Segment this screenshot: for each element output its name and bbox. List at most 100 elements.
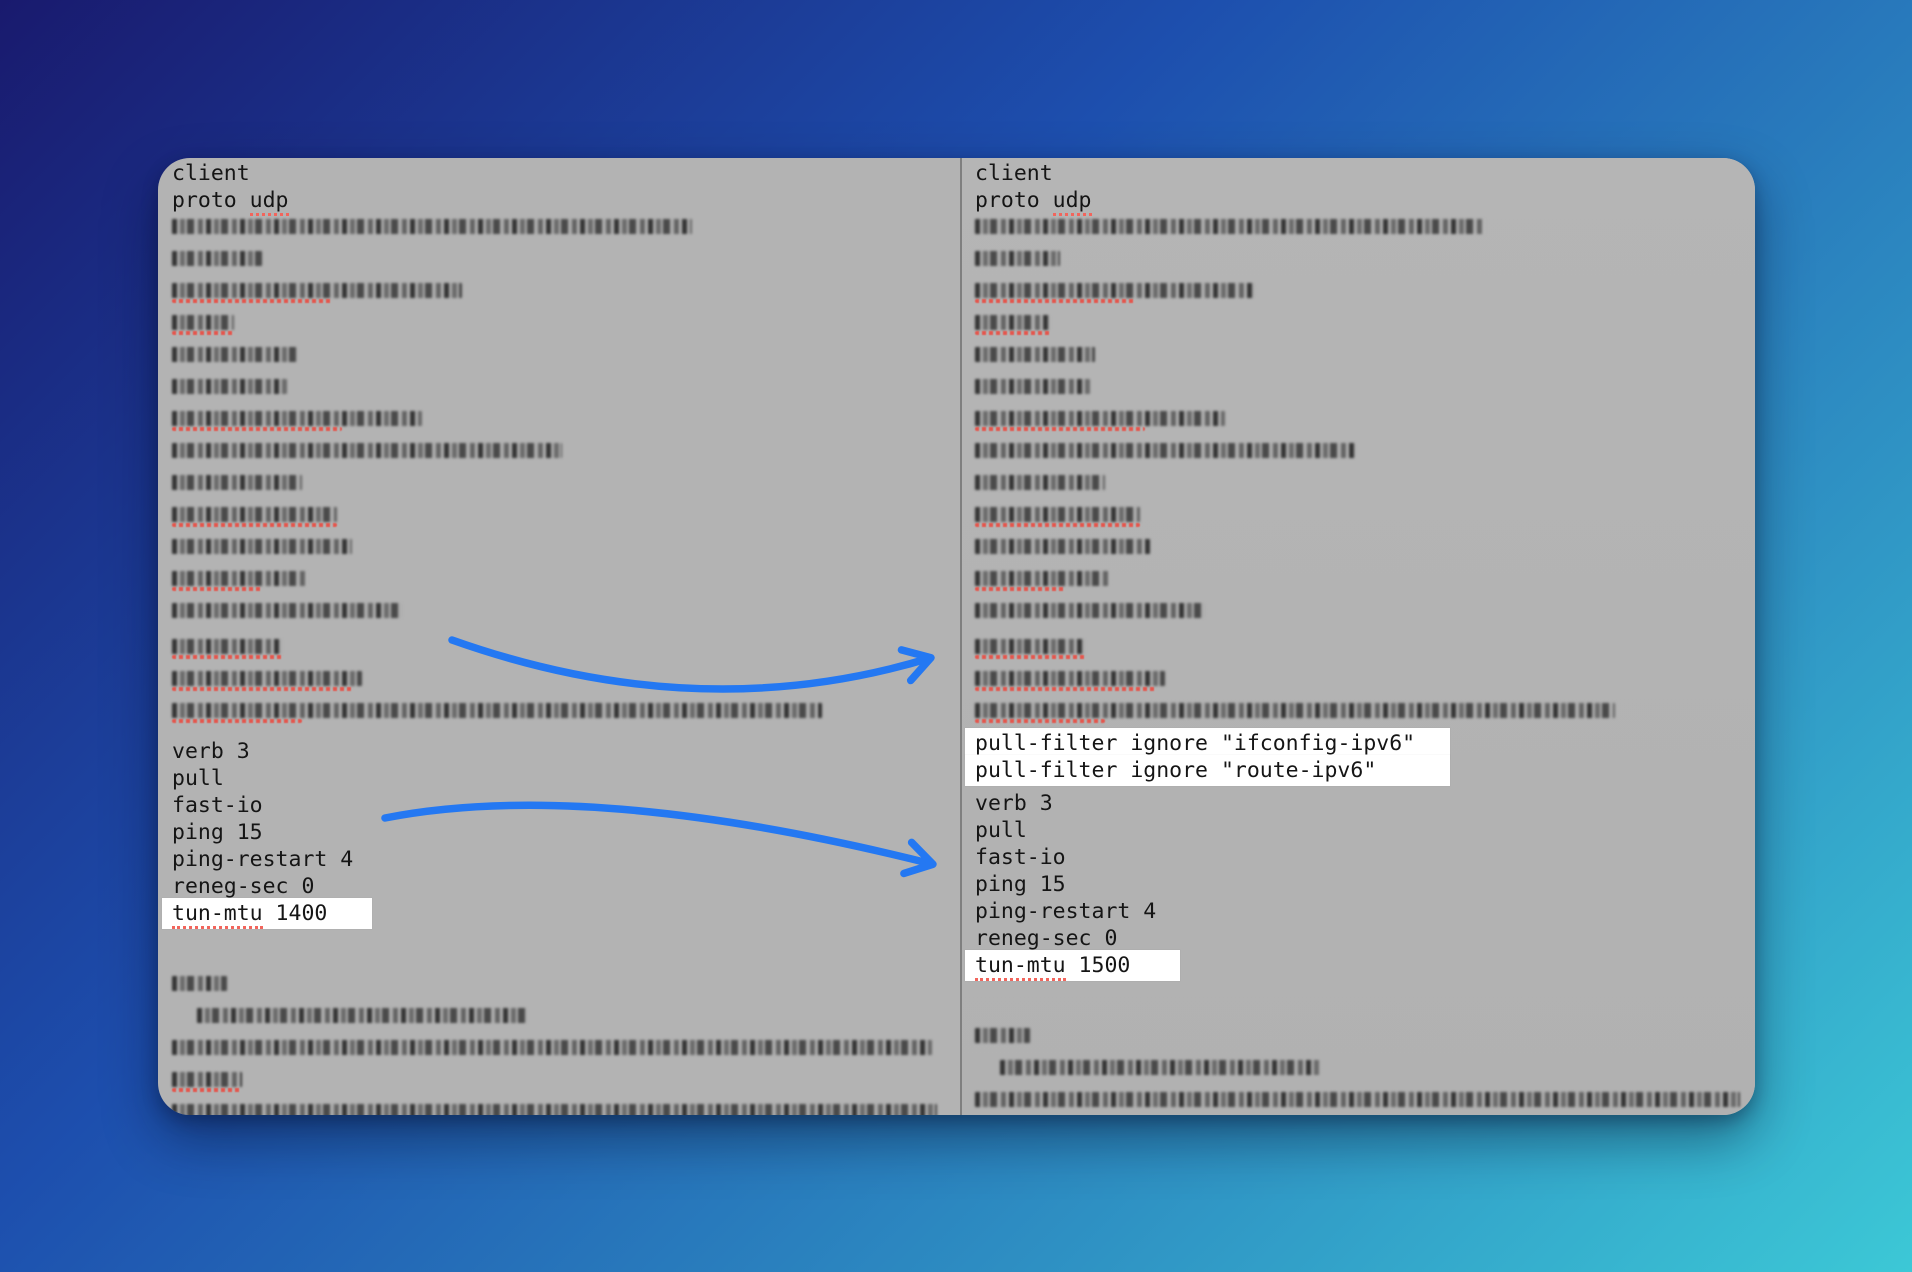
text-segment: reneg-sec 0 — [172, 874, 314, 899]
highlighted-config-line: pull-filter ignore "ifconfig-ipv6" — [975, 730, 1755, 757]
redacted-text-block — [975, 251, 1060, 266]
redacted-text-block — [975, 283, 1255, 298]
text-segment: " — [1402, 731, 1415, 756]
redacted-config-line — [172, 443, 960, 470]
redacted-config-line — [975, 1092, 1755, 1115]
left-config-panel: clientproto udp verb 3pullfast-ioping 15p… — [158, 158, 960, 1115]
spellcheck-underline — [172, 299, 332, 303]
redacted-text-block — [172, 1104, 937, 1115]
redacted-text-block — [197, 1008, 527, 1023]
redacted-text-block — [975, 219, 1485, 234]
config-text: verb 3 — [172, 739, 250, 764]
redacted-text-block — [172, 443, 562, 458]
text-segment: pull-filter ignore " — [975, 731, 1234, 756]
redacted-config-line — [975, 671, 1755, 698]
blank-line — [172, 630, 173, 634]
redacted-config-line — [172, 539, 960, 566]
config-line: reneg-sec 0 — [975, 925, 1755, 952]
spellcheck-underline — [975, 523, 1140, 527]
redacted-text-block — [172, 411, 422, 426]
spellcheck-underline — [975, 719, 1105, 723]
misspelled-word: tun-mtu — [975, 953, 1066, 981]
spellcheck-underline — [172, 1088, 242, 1092]
spellcheck-underline — [172, 719, 302, 723]
redacted-config-line — [172, 315, 960, 342]
redacted-text-block — [975, 639, 1085, 654]
redacted-text-block — [172, 1072, 242, 1087]
redacted-config-line — [975, 507, 1755, 534]
config-line: pull — [172, 765, 960, 792]
config-text: ping 15 — [975, 872, 1066, 897]
spellcheck-underline — [172, 587, 262, 591]
config-text: proto udp — [975, 188, 1092, 216]
redacted-config-line — [975, 347, 1755, 374]
screenshot-root: { "title": "OpenVPN client config compar… — [0, 0, 1912, 1272]
text-segment: verb 3 — [975, 791, 1053, 816]
config-text: ping-restart 4 — [172, 847, 353, 872]
spellcheck-underline — [975, 687, 1155, 691]
config-line: reneg-sec 0 — [172, 873, 960, 900]
redacted-text-block — [975, 571, 1110, 586]
spellcheck-underline — [975, 655, 1085, 659]
spellcheck-underline — [975, 427, 1145, 431]
text-segment: fast-io — [975, 845, 1066, 870]
blank-line — [172, 927, 173, 971]
redacted-text-block — [975, 1028, 1030, 1043]
misspelled-word: udp — [1053, 188, 1092, 216]
spellcheck-underline — [172, 331, 234, 335]
redacted-config-line — [975, 603, 1755, 630]
redacted-config-line — [172, 1104, 960, 1115]
redacted-text-block — [172, 1040, 932, 1055]
redacted-text-block — [975, 347, 1095, 362]
redacted-config-line — [172, 603, 960, 630]
redacted-config-line — [975, 379, 1755, 406]
redacted-config-line — [975, 411, 1755, 438]
diff-highlight: tun-mtu 1500 — [965, 950, 1180, 981]
redacted-text-block — [172, 219, 692, 234]
blank-line — [172, 730, 173, 738]
text-segment: ping 15 — [975, 872, 1066, 897]
config-text: pull — [975, 818, 1027, 843]
config-text: client — [975, 161, 1053, 186]
redacted-config-line — [975, 1060, 1755, 1087]
redacted-config-line — [975, 703, 1755, 730]
redacted-text-block — [172, 571, 307, 586]
config-line: proto udp — [172, 187, 960, 214]
config-text: ping 15 — [172, 820, 263, 845]
redacted-text-block — [975, 507, 1140, 522]
config-line: fast-io — [172, 792, 960, 819]
redacted-text-block — [172, 379, 287, 394]
redacted-config-line — [172, 703, 960, 730]
misspelled-word: udp — [250, 188, 289, 216]
redacted-config-line — [975, 475, 1755, 502]
text-segment: ping 15 — [172, 820, 263, 845]
redacted-config-line — [975, 315, 1755, 342]
spellcheck-underline — [172, 687, 352, 691]
redacted-text-block — [172, 703, 822, 718]
config-text: reneg-sec 0 — [172, 874, 314, 899]
config-line: ping-restart 4 — [172, 846, 960, 873]
redacted-config-line — [975, 251, 1755, 278]
config-line: ping 15 — [975, 871, 1755, 898]
redacted-config-line — [172, 379, 960, 406]
config-text: client — [172, 161, 250, 186]
redacted-config-line — [172, 671, 960, 698]
highlighted-config-line: tun-mtu 1500 — [975, 952, 1755, 979]
redacted-text-block — [172, 671, 362, 686]
redacted-text-block — [975, 475, 1105, 490]
text-segment: verb 3 — [172, 739, 250, 764]
redacted-text-block — [172, 315, 234, 330]
redacted-config-line — [172, 219, 960, 246]
redacted-config-line — [172, 571, 960, 598]
text-segment: pull-filter ignore "route-ipv6" — [975, 758, 1376, 783]
redacted-text-block — [172, 976, 227, 991]
redacted-text-block — [975, 603, 1205, 618]
redacted-text-block — [975, 443, 1355, 458]
redacted-config-line — [975, 219, 1755, 246]
redacted-config-line — [172, 283, 960, 310]
text-segment: reneg-sec 0 — [975, 926, 1117, 951]
config-text: verb 3 — [975, 791, 1053, 816]
text-segment: 1400 — [263, 901, 328, 926]
redacted-text-block — [975, 1092, 1740, 1107]
config-text: fast-io — [172, 793, 263, 818]
